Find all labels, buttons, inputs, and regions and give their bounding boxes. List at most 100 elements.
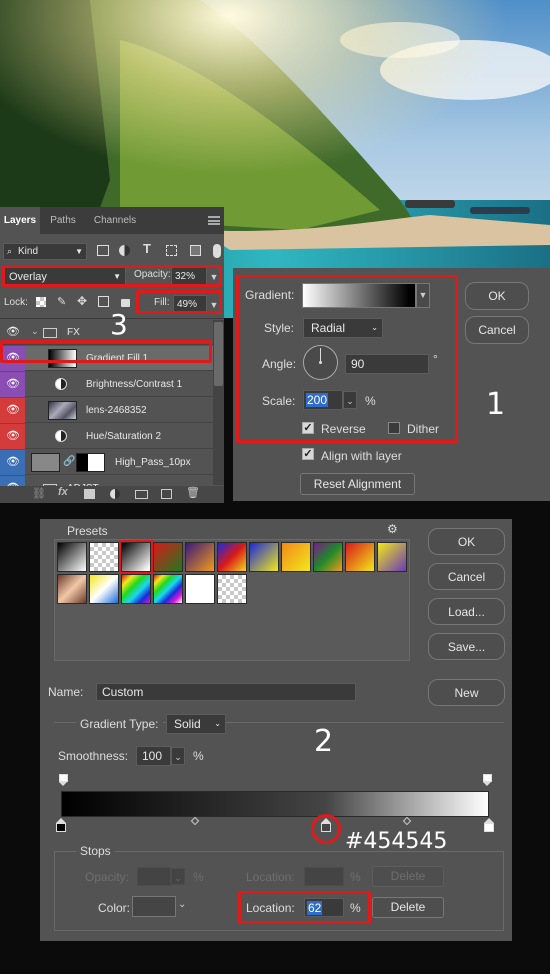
gradient-preset-swatch[interactable]	[153, 574, 183, 604]
new-button[interactable]: New	[428, 679, 505, 706]
chevron-down-icon[interactable]: ⌄	[178, 899, 186, 910]
gradient-preset-swatch[interactable]	[185, 574, 215, 604]
layer-row-brightness[interactable]: 👁 Brightness/Contrast 1	[0, 372, 213, 397]
presets-label: Presets	[67, 524, 108, 538]
save-button[interactable]: Save...	[428, 633, 505, 660]
opacity-stop[interactable]	[59, 774, 68, 786]
gradient-preset-swatch[interactable]	[281, 542, 311, 572]
lock-transparency-icon[interactable]	[36, 297, 46, 307]
filter-kind-label: Kind	[18, 246, 39, 257]
trash-icon[interactable]: 🗑	[186, 486, 200, 499]
adjustment-icon	[55, 378, 67, 390]
panel-menu-icon[interactable]	[208, 216, 220, 225]
adjustment-filter-icon[interactable]	[119, 245, 130, 256]
gradient-preset-swatch[interactable]	[217, 574, 247, 604]
gradient-preset-swatch[interactable]	[153, 542, 183, 572]
color-stop[interactable]	[484, 818, 494, 832]
annotation-number-1: 1	[486, 387, 506, 422]
new-layer-icon[interactable]	[161, 489, 172, 499]
name-label: Name:	[48, 685, 84, 699]
image-thumbnail	[31, 453, 60, 472]
ok-button[interactable]: OK	[428, 528, 505, 555]
link-icon[interactable]: ⛓	[32, 487, 46, 500]
tab-paths[interactable]: Paths	[42, 207, 84, 234]
tab-channels[interactable]: Channels	[86, 207, 144, 234]
highlight-blend-opacity	[2, 265, 222, 287]
image-filter-icon[interactable]	[97, 245, 109, 256]
chevron-down-icon[interactable]: ⌄	[31, 326, 39, 337]
lock-artboard-icon[interactable]	[98, 296, 109, 307]
midpoint-diamond[interactable]	[190, 816, 200, 826]
smoothness-unit: %	[193, 749, 204, 763]
folder-icon[interactable]	[135, 490, 148, 499]
opacity-location-unit: %	[350, 870, 361, 884]
layer-name: lens-2468352	[86, 405, 147, 416]
highlight-color-stop	[311, 814, 341, 844]
layer-row-hue-saturation[interactable]: 👁 Hue/Saturation 2	[0, 424, 213, 449]
highlight-fill	[136, 290, 222, 314]
gradient-preset-swatch[interactable]	[89, 574, 119, 604]
cancel-button[interactable]: Cancel	[428, 563, 505, 590]
layer-row-lens[interactable]: 👁 lens-2468352	[0, 398, 213, 423]
opacity-stop[interactable]	[483, 774, 492, 786]
gradient-preset-swatch[interactable]	[249, 542, 279, 572]
adjustment-icon[interactable]	[110, 489, 120, 499]
layer-name: Brightness/Contrast 1	[86, 379, 183, 390]
tab-layers[interactable]: Layers	[0, 207, 40, 234]
filter-kind-select[interactable]: ⌕ Kind ▼	[3, 243, 87, 260]
gradient-preset-swatch[interactable]	[121, 574, 151, 604]
visibility-toggle[interactable]: 👁	[0, 450, 25, 475]
search-icon: ⌕	[7, 246, 13, 256]
stop-color-swatch[interactable]	[132, 896, 176, 917]
stop-color-label: Color:	[98, 901, 131, 915]
smart-object-filter-icon[interactable]	[190, 245, 201, 256]
opacity-location-input	[304, 867, 344, 886]
load-button[interactable]: Load...	[428, 598, 505, 625]
link-icon[interactable]: 🔗	[63, 456, 75, 467]
mask-icon[interactable]	[84, 489, 95, 499]
gradient-preset-swatch[interactable]	[345, 542, 375, 572]
shape-filter-icon[interactable]	[166, 245, 177, 256]
filter-toggle-icon[interactable]	[213, 244, 221, 258]
visibility-toggle[interactable]: 👁	[0, 372, 25, 397]
lock-all-icon[interactable]	[121, 299, 130, 307]
gradient-preset-swatch[interactable]	[185, 542, 215, 572]
visibility-toggle[interactable]: 👁	[0, 398, 25, 423]
midpoint-diamond[interactable]	[402, 816, 412, 826]
layers-tab-bar: Layers Paths Channels	[0, 207, 224, 234]
layer-name: Hue/Saturation 2	[86, 431, 162, 442]
gradient-preset-swatch[interactable]	[57, 574, 87, 604]
mask-thumbnail	[76, 453, 105, 472]
gradient-bar[interactable]	[61, 791, 489, 817]
ok-button[interactable]: OK	[465, 282, 529, 310]
adjustment-icon	[55, 430, 67, 442]
cancel-button[interactable]: Cancel	[465, 316, 529, 344]
color-stop[interactable]	[56, 818, 66, 832]
eye-icon: 👁	[6, 456, 20, 468]
type-filter-icon[interactable]: T	[143, 241, 151, 256]
layer-row-high-pass[interactable]: 👁 🔗 High_Pass_10px	[0, 450, 213, 475]
reset-alignment-button[interactable]: Reset Alignment	[300, 473, 415, 495]
gradient-preset-swatch[interactable]	[313, 542, 343, 572]
chevron-down-icon[interactable]: ⌄	[171, 747, 185, 765]
gradient-type-select[interactable]: Solid ⌄	[166, 714, 226, 734]
lock-pixels-icon[interactable]: ✎	[57, 295, 66, 308]
fx-icon[interactable]: fx	[58, 486, 68, 498]
highlight-color-location	[238, 891, 371, 924]
lock-position-icon[interactable]: ✥	[77, 294, 87, 308]
gradient-preset-swatch[interactable]	[217, 542, 247, 572]
name-input[interactable]: Custom	[96, 683, 356, 701]
smoothness-input[interactable]: 100	[136, 746, 171, 766]
gradient-preset-swatch[interactable]	[57, 542, 87, 572]
gradient-preset-swatch[interactable]	[119, 540, 153, 574]
layers-scrollbar[interactable]	[213, 320, 224, 485]
folder-icon	[43, 328, 57, 338]
align-with-layer-checkbox[interactable]: ✓	[302, 448, 314, 460]
delete-color-stop-button[interactable]: Delete	[372, 897, 444, 918]
eye-icon: 👁	[6, 378, 20, 390]
gradient-preset-swatch[interactable]	[377, 542, 407, 572]
gear-icon[interactable]: ⚙	[387, 522, 398, 536]
gradient-preset-swatch[interactable]	[89, 542, 119, 572]
highlight-gradient-settings	[236, 275, 458, 443]
visibility-toggle[interactable]: 👁	[0, 424, 25, 449]
